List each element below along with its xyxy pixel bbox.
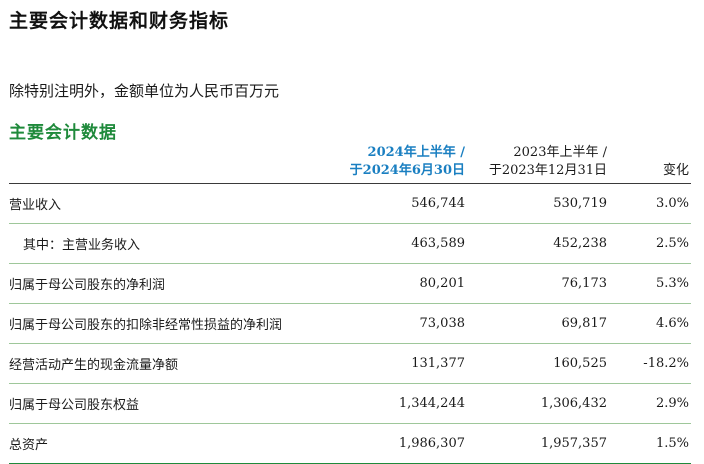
header-prior-line2: 于2023年12月31日 [488, 163, 607, 178]
table-row: 归属于母公司股东的净利润 80,201 76,173 5.3% [9, 263, 691, 304]
row-change-value: 2.5% [619, 223, 691, 264]
row-label: 营业收入 [9, 183, 349, 224]
row-change-value: 4.6% [619, 303, 691, 344]
row-current-value: 73,038 [349, 303, 467, 344]
row-change-value: 2.9% [619, 383, 691, 424]
unit-note: 除特别注明外，金额单位为人民币百万元 [9, 82, 280, 100]
financial-data-table: 2024年上半年 / 于2024年6月30日 2023年上半年 / 于2023年… [9, 144, 691, 464]
row-current-value: 1,344,244 [349, 383, 467, 424]
header-current-line1: 2024年上半年 / [367, 145, 465, 160]
row-prior-value: 530,719 [467, 183, 619, 224]
row-label: 归属于母公司股东的扣除非经常性损益的净利润 [9, 303, 349, 344]
row-label: 总资产 [9, 423, 349, 464]
header-current-period: 2024年上半年 / 于2024年6月30日 [349, 144, 467, 184]
table-row: 营业收入 546,744 530,719 3.0% [9, 183, 691, 224]
row-current-value: 1,986,307 [349, 423, 467, 464]
table-row: 其中：主营业务收入 463,589 452,238 2.5% [9, 223, 691, 264]
table-row: 归属于母公司股东的扣除非经常性损益的净利润 73,038 69,817 4.6% [9, 303, 691, 344]
row-label: 经营活动产生的现金流量净额 [9, 343, 349, 384]
row-prior-value: 76,173 [467, 263, 619, 304]
row-prior-value: 452,238 [467, 223, 619, 264]
row-current-value: 131,377 [349, 343, 467, 384]
table-header-row: 2024年上半年 / 于2024年6月30日 2023年上半年 / 于2023年… [9, 144, 691, 184]
row-label: 归属于母公司股东的净利润 [9, 263, 349, 304]
row-prior-value: 69,817 [467, 303, 619, 344]
table-row: 经营活动产生的现金流量净额 131,377 160,525 -18.2% [9, 343, 691, 384]
row-label: 其中：主营业务收入 [9, 223, 349, 264]
header-label-column [9, 144, 349, 184]
section-title: 主要会计数据 [9, 123, 117, 143]
header-change: 变化 [619, 144, 691, 184]
header-prior-line1: 2023年上半年 / [513, 145, 607, 160]
row-current-value: 80,201 [349, 263, 467, 304]
row-change-value: 5.3% [619, 263, 691, 304]
row-prior-value: 1,306,432 [467, 383, 619, 424]
financial-data-table-wrapper: 2024年上半年 / 于2024年6月30日 2023年上半年 / 于2023年… [9, 144, 691, 464]
row-change-value: 1.5% [619, 423, 691, 464]
table-row: 总资产 1,986,307 1,957,357 1.5% [9, 423, 691, 464]
row-change-value: -18.2% [619, 343, 691, 384]
row-current-value: 546,744 [349, 183, 467, 224]
table-row: 归属于母公司股东权益 1,344,244 1,306,432 2.9% [9, 383, 691, 424]
row-current-value: 463,589 [349, 223, 467, 264]
row-prior-value: 1,957,357 [467, 423, 619, 464]
header-prior-period: 2023年上半年 / 于2023年12月31日 [467, 144, 619, 184]
page-title: 主要会计数据和财务指标 [9, 10, 230, 32]
row-prior-value: 160,525 [467, 343, 619, 384]
row-change-value: 3.0% [619, 183, 691, 224]
row-label: 归属于母公司股东权益 [9, 383, 349, 424]
header-current-line2: 于2024年6月30日 [349, 163, 465, 178]
